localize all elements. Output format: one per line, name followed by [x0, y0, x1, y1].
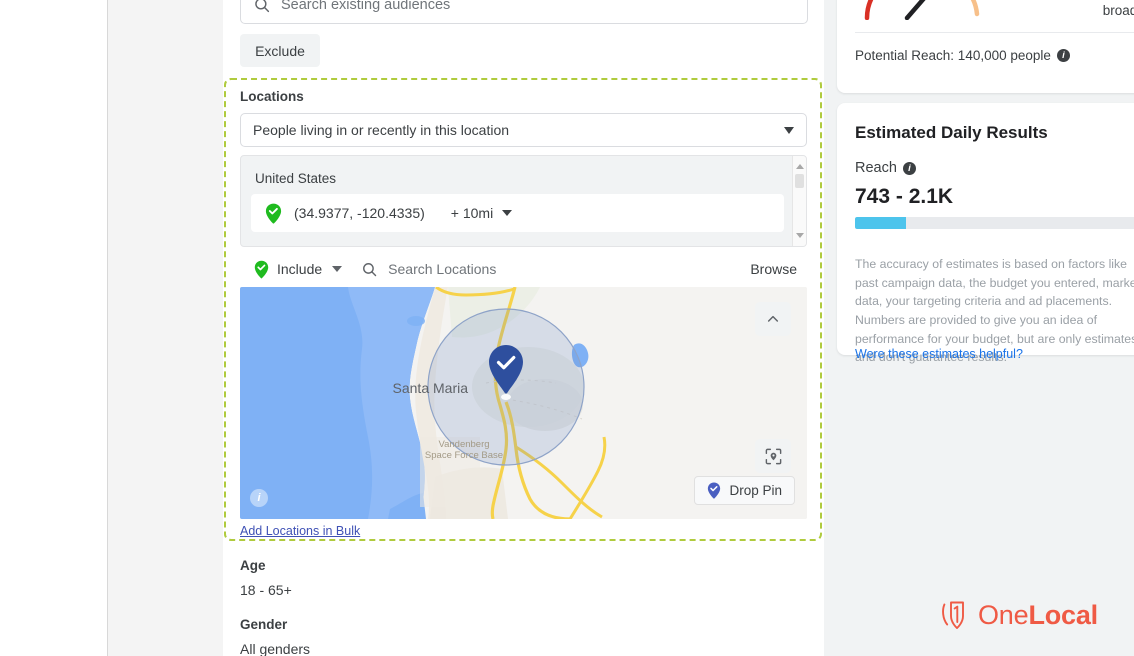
search-icon [255, 0, 270, 13]
location-chip[interactable]: (34.9377, -120.4335) + 10mi [251, 194, 784, 232]
left-white-rail [0, 0, 107, 656]
map-city-label: Santa Maria [393, 380, 469, 396]
onelocal-logo: OneLocal [940, 598, 1098, 632]
chevron-up-icon [767, 315, 779, 322]
svg-text:Vandenberg: Vandenberg [438, 439, 489, 450]
locate-pin-icon [765, 448, 781, 464]
reach-value: 743 - 2.1K [855, 185, 954, 208]
scroll-down-icon[interactable] [796, 233, 804, 238]
info-icon[interactable]: i [1056, 49, 1070, 62]
potential-reach-card: broad. Specific Broad Potential Reach: 1… [837, 0, 1134, 93]
estimates-helpful-link[interactable]: Were these estimates helpful? [855, 347, 1023, 361]
drop-pin-label: Drop Pin [729, 483, 782, 498]
include-search-row: Include Search Locations Browse [240, 255, 807, 283]
gender-heading: Gender [240, 617, 288, 632]
age-value: 18 - 65+ [240, 582, 292, 598]
gender-value: All genders [240, 641, 311, 656]
reach-progress-track [855, 217, 1134, 229]
location-type-select[interactable]: People living in or recently in this loc… [240, 113, 807, 147]
card-divider [855, 32, 1134, 33]
add-locations-bulk-link[interactable]: Add Locations in Bulk [240, 524, 360, 538]
drop-pin-button[interactable]: Drop Pin [694, 476, 795, 505]
green-pin-check-icon [254, 260, 269, 278]
blue-pin-check-icon [708, 482, 721, 499]
locations-scrollbar[interactable] [792, 156, 806, 246]
left-gray-rail [107, 0, 223, 656]
specificity-gauge-icon [864, 0, 980, 20]
reach-label: Reach [855, 160, 897, 176]
app-viewport: Search existing audiences Exclude Locati… [0, 0, 1134, 656]
location-type-value: People living in or recently in this loc… [253, 122, 510, 138]
include-dropdown-label[interactable]: Include [277, 261, 322, 277]
search-audiences-input[interactable]: Search existing audiences [240, 0, 808, 24]
estimated-daily-results-card: Estimated Daily Results Reach i 743 - 2.… [837, 103, 1134, 364]
broad-note-text: broad. [1102, 3, 1134, 18]
map-collapse-button[interactable] [755, 302, 791, 336]
include-chevron-down-icon[interactable] [332, 266, 343, 272]
potential-reach-row: Potential Reach: 140,000 people i [855, 48, 1070, 63]
search-locations-input[interactable]: Search Locations [388, 261, 496, 277]
reach-progress-fill [855, 217, 907, 229]
country-label: United States [255, 171, 337, 186]
radius-chevron-down-icon[interactable] [502, 210, 513, 216]
svg-text:Space Force Base: Space Force Base [425, 450, 503, 461]
scrollbar-thumb[interactable] [795, 174, 804, 188]
chevron-down-icon [784, 126, 794, 134]
browse-link[interactable]: Browse [750, 261, 797, 277]
map-locate-button[interactable] [755, 439, 791, 473]
reach-label-row: Reach i [855, 160, 916, 176]
search-icon [363, 262, 377, 276]
map-info-badge[interactable]: i [250, 489, 268, 507]
green-pin-check-icon [265, 203, 282, 224]
location-coordinates: (34.9377, -120.4335) [294, 205, 425, 221]
logo-one-text: One [978, 599, 1029, 630]
info-icon[interactable]: i [902, 161, 916, 175]
daily-results-title: Estimated Daily Results [855, 123, 1048, 142]
onelocal-wordmark: OneLocal [978, 600, 1098, 631]
search-audiences-placeholder: Search existing audiences [281, 0, 451, 13]
location-radius: + 10mi [450, 205, 494, 221]
exclude-button[interactable]: Exclude [240, 34, 320, 67]
selected-locations-panel: United States (34.9377, -120.4335) + 10m… [240, 155, 807, 247]
location-map[interactable]: Santa Maria Vandenberg Space Force Base [240, 287, 807, 519]
potential-reach-text: Potential Reach: 140,000 people [855, 48, 1051, 63]
age-heading: Age [240, 558, 266, 573]
onelocal-mark-icon [942, 601, 964, 629]
locations-heading: Locations [240, 89, 304, 104]
scroll-up-icon[interactable] [796, 164, 804, 169]
logo-local-text: Local [1028, 599, 1098, 630]
